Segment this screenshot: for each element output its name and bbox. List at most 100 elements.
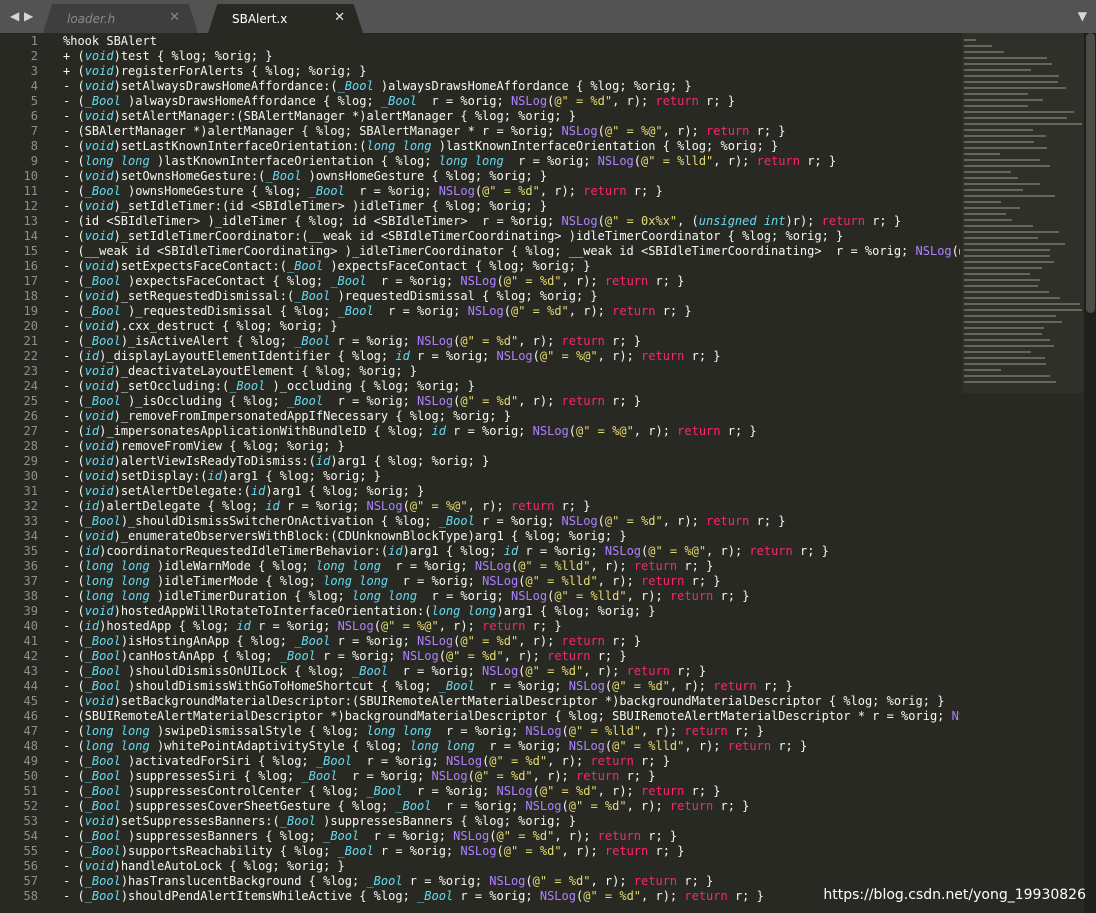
code-token: return — [576, 769, 620, 783]
code-line[interactable]: - (_Bool )suppressesSiri { %log; _Bool r… — [63, 769, 655, 784]
code-line[interactable]: - (_Bool )suppressesCoverSheetGesture { … — [63, 799, 749, 814]
code-line[interactable]: - (void)setAlertManager:(SBAlertManager … — [63, 109, 576, 124]
code-line[interactable]: - (_Bool )shouldDismissWithGoToHomeShort… — [63, 679, 793, 694]
code-line[interactable]: - (_Bool)shouldPendAlertItemsWhileActive… — [63, 889, 764, 904]
code-token: ( — [561, 724, 569, 738]
forward-arrow-icon[interactable]: ▶ — [24, 9, 33, 23]
scrollbar-thumb[interactable] — [1086, 33, 1095, 313]
code-line[interactable]: - (void)_setOccluding:(_Bool )_occluding… — [63, 379, 475, 394]
code-line[interactable]: - (void)_deactivateLayoutElement { %log;… — [63, 364, 417, 379]
code-line[interactable]: - (long long )idleTimerDuration { %log; … — [63, 589, 749, 604]
code-token: return — [597, 829, 642, 843]
code-line[interactable]: - (long long )swipeDismissalStyle { %log… — [63, 724, 764, 739]
code-line[interactable]: - (id)hostedApp { %log; id r = %orig; NS… — [63, 619, 562, 634]
code-line[interactable]: - (_Bool )shouldDismissOnUILock { %log; … — [63, 664, 706, 679]
close-icon[interactable]: ✕ — [169, 10, 180, 25]
code-line[interactable]: - (id <SBIdleTimer> )_idleTimer { %log; … — [63, 214, 901, 229]
code-line[interactable]: - (id)_displayLayoutElementIdentifier { … — [63, 349, 721, 364]
code-token: long long — [84, 559, 150, 573]
code-token: )_impersonatesApplicationWithBundleID { … — [99, 424, 432, 438]
code-line[interactable]: + (void)registerForAlerts { %log; %orig;… — [63, 64, 366, 79]
code-line[interactable]: - (_Bool)_shouldDismissSwitcherOnActivat… — [63, 514, 786, 529]
code-line[interactable]: - (void)_setIdleTimer:(id <SBIdleTimer> … — [63, 199, 547, 214]
code-line[interactable]: - (_Bool)_isActiveAlert { %log; _Bool r … — [63, 334, 641, 349]
minimap-line — [964, 327, 1044, 329]
code-token: )_deactivateLayoutElement { %log; %orig;… — [113, 364, 418, 378]
code-line[interactable]: - (void)setAlwaysDrawsHomeAffordance:(_B… — [63, 79, 692, 94]
code-line[interactable]: - (void)removeFromView { %log; %orig; } — [63, 439, 345, 454]
close-icon[interactable]: ✕ — [334, 10, 345, 25]
code-line[interactable]: - (_Bool )suppressesBanners { %log; _Boo… — [63, 829, 677, 844]
code-line[interactable]: - (_Bool )ownsHomeGesture { %log; _Bool … — [63, 184, 663, 199]
code-line[interactable]: - (void)setBackgroundMaterialDescriptor:… — [63, 694, 944, 709]
code-line[interactable]: %hook SBAlert — [63, 34, 157, 49]
code-line[interactable]: - (_Bool )_requestedDismissal { %log; _B… — [63, 304, 692, 319]
code-line[interactable]: - (id)coordinatorRequestedIdleTimerBehav… — [63, 544, 829, 559]
code-token: r; } — [626, 184, 663, 198]
code-token: return — [612, 304, 656, 318]
code-line[interactable]: - (long long )lastKnownInterfaceOrientat… — [63, 154, 836, 169]
code-token: NSLog — [438, 184, 475, 198]
code-token: - ( — [63, 184, 85, 198]
code-line[interactable]: - (void)_setRequestedDismissal:(_Bool )r… — [63, 289, 598, 304]
code-line[interactable]: - (void)handleAutoLock { %log; %orig; } — [63, 859, 345, 874]
code-line[interactable]: - (void)setAlertDelegate:(id)arg1 { %log… — [63, 484, 424, 499]
code-token: _Bool — [294, 289, 331, 303]
line-number: 35 — [23, 544, 38, 558]
code-line[interactable]: - (void)hostedAppWillRotateToInterfaceOr… — [63, 604, 655, 619]
tab-sbalert-x[interactable]: SBAlert.x ✕ — [208, 4, 363, 33]
code-line[interactable]: - (void)setOwnsHomeGesture:(_Bool )ownsH… — [63, 169, 547, 184]
code-line[interactable]: - (__weak id <SBIdleTimerCoordinating> )… — [63, 244, 960, 259]
code-token: , r); — [706, 544, 750, 558]
code-line[interactable]: - (_Bool)canHostAnApp { %log; _Bool r = … — [63, 649, 627, 664]
code-line[interactable]: - (long long )whitePointAdaptivityStyle … — [63, 739, 807, 754]
code-line[interactable]: - (void)setExpectsFaceContact:(_Bool )ex… — [63, 259, 590, 274]
code-token: r = %orig; — [279, 499, 367, 513]
code-line[interactable]: - (void).cxx_destruct { %log; %orig; } — [63, 319, 338, 334]
line-number: 29 — [23, 454, 38, 468]
code-token: )expectsFaceContact { %log; %orig; } — [323, 259, 591, 273]
code-token: long long — [84, 589, 150, 603]
code-line[interactable]: - (_Bool )expectsFaceContact { %log; _Bo… — [63, 274, 684, 289]
code-line[interactable]: - (_Bool )alwaysDrawsHomeAffordance { %l… — [63, 94, 735, 109]
code-line[interactable]: - (void)_removeFromImpersonatedAppIfNece… — [63, 409, 511, 424]
code-editor[interactable]: %hook SBAlert + (void)test { %log; %orig;… — [46, 33, 960, 913]
code-line[interactable]: - (void)_enumerateObserversWithBlock:(CD… — [63, 529, 627, 544]
code-line[interactable]: - (void)alertViewIsReadyToDismiss:(id)ar… — [63, 454, 489, 469]
code-token: r = %orig; — [445, 424, 533, 438]
code-line[interactable]: - (void)setDisplay:(id)arg1 { %log; %ori… — [63, 469, 381, 484]
minimap[interactable] — [962, 33, 1084, 393]
code-token: NSLog — [482, 664, 519, 678]
tab-menu-icon[interactable]: ▼ — [1078, 9, 1087, 23]
code-token: - ( — [63, 799, 85, 813]
code-line[interactable]: - (_Bool )_isOccluding { %log; _Bool r =… — [63, 394, 641, 409]
code-line[interactable]: - (void)_setIdleTimerCoordinator:(__weak… — [63, 229, 843, 244]
code-line[interactable]: - (_Bool)hasTranslucentBackground { %log… — [63, 874, 713, 889]
code-line[interactable]: - (_Bool)isHostingAnApp { %log; _Bool r … — [63, 634, 641, 649]
code-token: long long — [84, 154, 150, 168]
code-line[interactable]: - (_Bool )suppressesControlCenter { %log… — [63, 784, 721, 799]
line-number: 28 — [23, 439, 38, 453]
code-line[interactable]: - (long long )idleTimerMode { %log; long… — [63, 574, 721, 589]
code-line[interactable]: - (void)setLastKnownInterfaceOrientation… — [63, 139, 778, 154]
code-line[interactable]: + (void)test { %log; %orig; } — [63, 49, 273, 64]
code-token: , r); — [669, 679, 714, 693]
code-line[interactable]: - (id)alertDelegate { %log; id r = %orig… — [63, 499, 590, 514]
code-line[interactable]: - (_Bool )activatedForSiri { %log; _Bool… — [63, 754, 670, 769]
code-line[interactable]: - (long long )idleWarnMode { %log; long … — [63, 559, 713, 574]
code-token: r; } — [604, 334, 642, 348]
code-line[interactable]: - (id)_impersonatesApplicationWithBundle… — [63, 424, 757, 439]
code-token: long long — [323, 574, 389, 588]
code-token: @" = %d" — [460, 394, 519, 408]
code-line[interactable]: - (SBAlertManager *)alertManager { %log;… — [63, 124, 786, 139]
code-token: return — [482, 619, 526, 633]
code-token: _Bool — [337, 844, 374, 858]
code-token: _Bool — [84, 184, 121, 198]
code-token: r = %orig; — [417, 94, 511, 108]
back-arrow-icon[interactable]: ◀ — [10, 9, 19, 23]
tab-loader-h[interactable]: loader.h ✕ — [43, 4, 198, 33]
code-line[interactable]: - (_Bool)supportsReachability { %log; _B… — [63, 844, 684, 859]
code-line[interactable]: - (void)setSuppressesBanners:(_Bool )sup… — [63, 814, 576, 829]
code-line[interactable]: - (SBUIRemoteAlertMaterialDescriptor *)b… — [63, 709, 960, 724]
code-token: )ownsHomeGesture { %log; %orig; } — [301, 169, 548, 183]
